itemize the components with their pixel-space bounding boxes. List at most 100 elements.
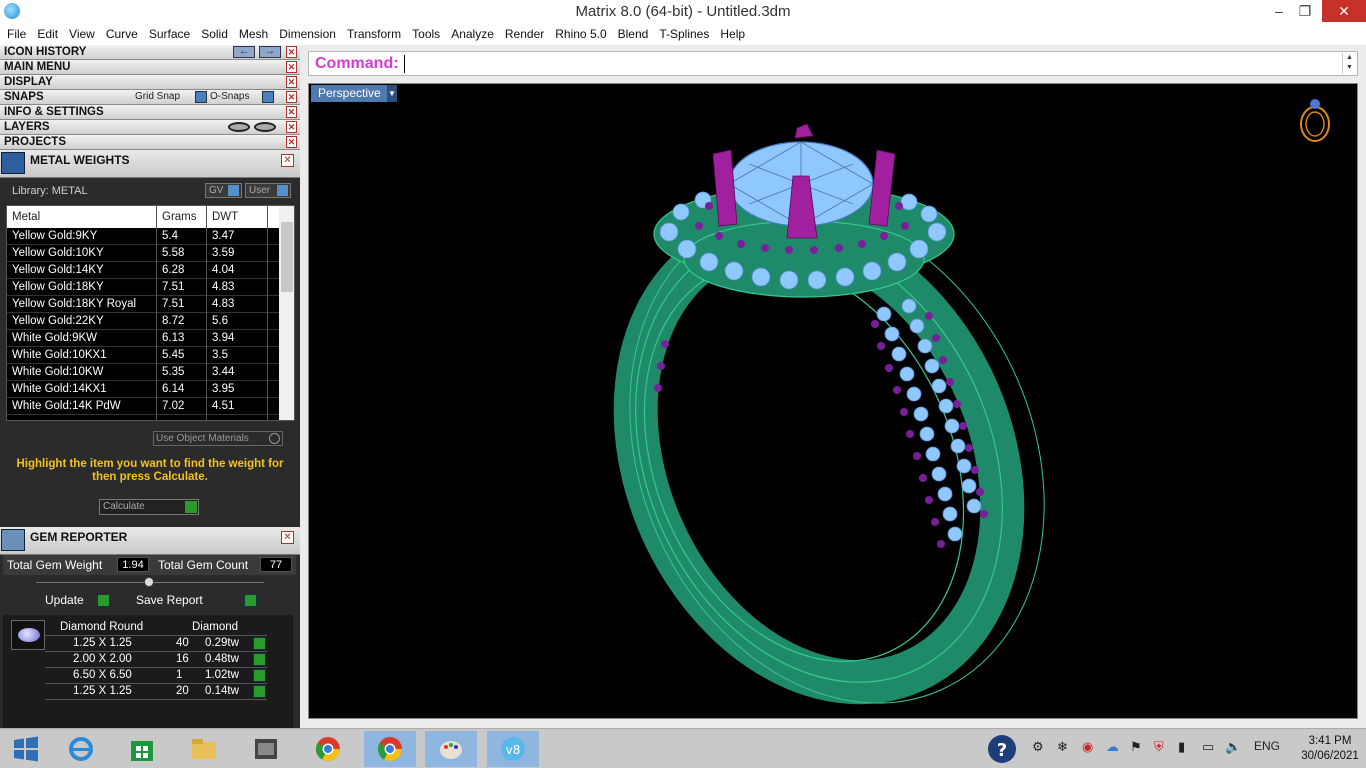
eye-icon[interactable] [254,122,276,132]
menu-edit[interactable]: Edit [32,23,64,45]
layers-row[interactable]: LAYERS ✕ [0,120,300,135]
maximize-button[interactable]: ❐ [1288,0,1322,22]
metal-row[interactable]: Yellow Gold:9KY 5.4 3.47 [7,228,279,245]
command-input[interactable] [404,55,1334,73]
menu-help[interactable]: Help [715,23,751,45]
close-icon[interactable]: ✕ [286,106,297,118]
close-button[interactable]: ✕ [1322,0,1366,22]
taskbar-store[interactable] [116,731,168,767]
tray-clock[interactable]: 3:41 PM 30/06/2021 [1298,734,1362,764]
info-settings-row[interactable]: INFO & SETTINGS ✕ [0,105,300,120]
tray-flag-icon[interactable]: ⚑ [1130,739,1142,755]
layer-visibility-icon[interactable] [228,122,250,132]
ring-model[interactable] [309,84,1358,719]
tray-signal-icon[interactable]: ▮ [1178,739,1185,755]
metal-row[interactable]: Yellow Gold:10KY 5.58 3.59 [7,245,279,262]
close-icon[interactable]: ✕ [286,46,297,58]
close-icon[interactable]: ✕ [281,531,294,544]
menu-file[interactable]: File [2,23,32,45]
select-gem-icon[interactable] [253,685,266,698]
menu-solid[interactable]: Solid [196,23,234,45]
update-button[interactable]: Update [42,592,110,608]
o-snaps-toggle[interactable] [262,91,274,103]
tray-volume-icon[interactable]: 🔈 [1225,739,1241,755]
tray-network-icon[interactable]: ⚙ [1032,739,1044,755]
metal-row[interactable]: White Gold:14KX1 6.14 3.95 [7,381,279,398]
column-metal[interactable]: Metal [12,211,40,223]
history-back-icon[interactable]: ← [233,46,255,58]
menu-render[interactable]: Render [500,23,550,45]
taskbar-chrome[interactable] [302,731,354,767]
taskbar-matrix[interactable]: v8 [487,731,539,767]
tray-battery-icon[interactable]: ▭ [1202,739,1214,755]
close-icon[interactable]: ✕ [286,91,297,103]
slider-knob[interactable] [144,577,154,587]
tray-language[interactable]: ENG [1254,739,1280,753]
menu-surface[interactable]: Surface [144,23,196,45]
use-object-materials-toggle[interactable]: Use Object Materials [153,431,283,446]
start-button[interactable] [0,731,52,767]
tray-beats-icon[interactable]: ◉ [1082,739,1093,755]
tray-cloud-icon[interactable]: ☁ [1106,739,1119,755]
column-dwt[interactable]: DWT [212,211,238,223]
column-grams[interactable]: Grams [162,211,197,223]
tray-snowflake-icon[interactable]: ❄ [1057,739,1068,755]
main-menu-row[interactable]: MAIN MENU ✕ [0,60,300,75]
gem-slider[interactable] [36,577,264,587]
gem-row[interactable]: 1.25 X 1.25 40 0.29tw [45,636,267,652]
close-icon[interactable]: ✕ [286,121,297,133]
metal-row[interactable]: White Gold:14K PdW 7.02 4.51 [7,398,279,415]
metal-table-scrollbar[interactable] [279,206,294,420]
user-toggle[interactable]: User [245,183,291,198]
metal-row[interactable]: White Gold:10KX1 5.45 3.5 [7,347,279,364]
display-row[interactable]: DISPLAY ✕ [0,75,300,90]
icon-history-row[interactable]: ICON HISTORY ← → ✕ [0,45,300,60]
menu-tools[interactable]: Tools [407,23,446,45]
menu-dimension[interactable]: Dimension [274,23,342,45]
select-gem-icon[interactable] [253,669,266,682]
metal-row[interactable]: Yellow Gold:18KY Royal 7.51 4.83 [7,296,279,313]
menu-view[interactable]: View [64,23,101,45]
metal-row[interactable]: Yellow Gold:14KY 6.28 4.04 [7,262,279,279]
grid-snap-label[interactable]: Grid Snap [135,90,180,104]
history-forward-icon[interactable]: → [259,46,281,58]
gem-row[interactable]: 1.25 X 1.25 20 0.14tw [45,684,267,700]
taskbar-file-explorer[interactable] [178,731,230,767]
menu-tsplines[interactable]: T-Splines [654,23,715,45]
menu-blend[interactable]: Blend [613,23,655,45]
select-gem-icon[interactable] [253,637,266,650]
command-history-spinner[interactable]: ▲ ▼ [1342,53,1356,74]
ring-orientation-icon[interactable] [1297,96,1333,144]
menu-mesh[interactable]: Mesh [234,23,274,45]
metal-row[interactable]: White Gold:9KW 6.13 3.94 [7,330,279,347]
chevron-down-icon[interactable]: ▼ [387,85,397,102]
metal-row[interactable]: White Gold:10KW 5.35 3.44 [7,364,279,381]
close-icon[interactable]: ✕ [286,61,297,73]
close-icon[interactable]: ✕ [286,136,297,148]
gem-row[interactable]: 6.50 X 6.50 1 1.02tw [45,668,267,684]
close-icon[interactable]: ✕ [286,76,297,88]
snaps-row[interactable]: SNAPS Grid Snap O-Snaps ✕ [0,90,300,105]
help-icon[interactable]: ? [986,733,1018,768]
gem-row[interactable]: 2.00 X 2.00 16 0.48tw [45,652,267,668]
grid-snap-toggle[interactable] [195,91,207,103]
metal-row[interactable]: Yellow Gold:18KY 7.51 4.83 [7,279,279,296]
viewport-tab[interactable]: Perspective ▼ [311,85,397,102]
menu-transform[interactable]: Transform [342,23,407,45]
taskbar-paint[interactable] [425,731,477,767]
select-gem-icon[interactable] [253,653,266,666]
perspective-viewport[interactable]: Perspective ▼ [308,83,1358,719]
menu-rhino[interactable]: Rhino 5.0 [550,23,612,45]
tray-shield-icon[interactable]: ⛨ [1154,739,1164,755]
menu-analyze[interactable]: Analyze [446,23,500,45]
scrollbar-thumb[interactable] [281,222,293,292]
save-report-button[interactable]: Save Report [133,592,257,608]
projects-row[interactable]: PROJECTS ✕ [0,135,300,150]
taskbar-chrome-2[interactable] [364,731,416,767]
calculate-button[interactable]: Calculate [99,499,199,515]
menu-curve[interactable]: Curve [101,23,144,45]
taskbar-internet-explorer[interactable] [55,731,107,767]
metal-row[interactable]: Yellow Gold:22KY 8.72 5.6 [7,313,279,330]
o-snaps-label[interactable]: O-Snaps [210,90,249,104]
gv-toggle[interactable]: GV [205,183,242,198]
